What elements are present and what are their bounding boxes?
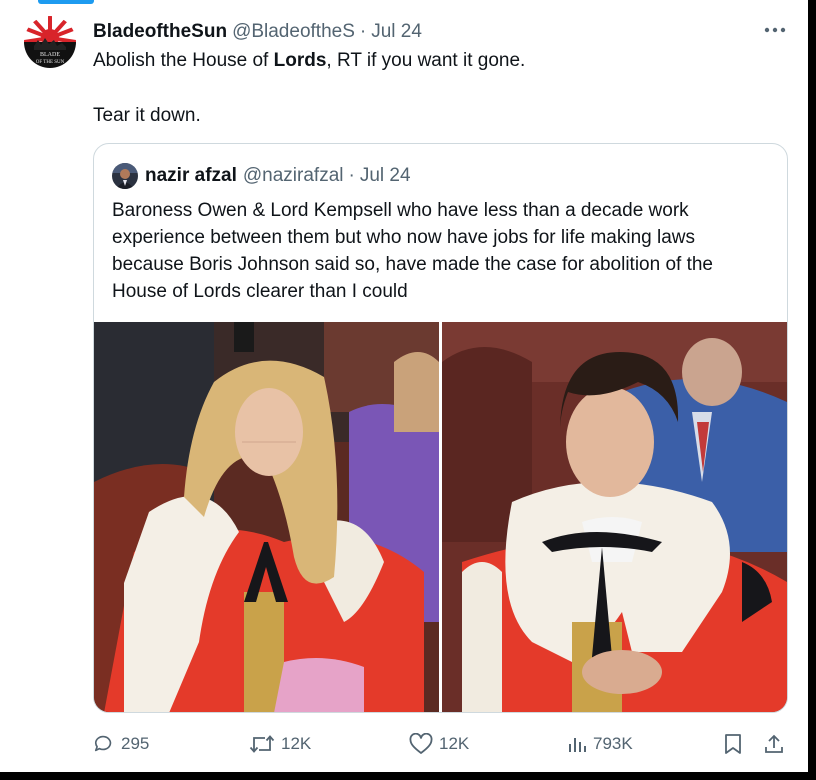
- reply-icon: [94, 735, 112, 752]
- quoted-author-name[interactable]: nazir afzal: [145, 165, 237, 187]
- author-avatar[interactable]: BLADE OF THE SUN: [24, 16, 76, 68]
- header-separator: ·: [359, 21, 367, 42]
- top-accent-bar: [38, 0, 94, 4]
- views-icon: [569, 738, 586, 752]
- avatar-logo-text: BLADE: [40, 52, 60, 58]
- reply-button[interactable]: 295: [93, 728, 149, 760]
- photo-lord-kempsell[interactable]: [442, 322, 787, 712]
- quoted-text-line: because Boris Johnson said so, have made…: [112, 254, 713, 275]
- quoted-media-grid: [94, 322, 787, 712]
- rising-sun-avatar-image: BLADE OF THE SUN: [24, 16, 76, 68]
- photo-baroness-image: [94, 322, 439, 712]
- tweet-text-line-2: Tear it down.: [93, 105, 201, 126]
- reply-count: 295: [121, 734, 150, 753]
- tweet-card[interactable]: BLADE OF THE SUN BladeoftheSun @Bladeoft…: [0, 0, 808, 772]
- like-button[interactable]: 12K: [409, 728, 469, 760]
- like-count: 12K: [439, 734, 470, 753]
- author-handle[interactable]: @BladeoftheS: [232, 21, 355, 43]
- bookmark-icon: [725, 734, 741, 754]
- quoted-author-handle[interactable]: @nazirafzal: [243, 165, 344, 187]
- svg-text:OF THE SUN: OF THE SUN: [36, 60, 65, 65]
- photo-lord-image: [442, 322, 787, 712]
- tweet-header: BladeoftheSun @BladeoftheS · Jul 24: [93, 21, 422, 43]
- quoted-tweet-date[interactable]: Jul 24: [360, 165, 411, 187]
- quoted-tweet-text: Baroness Owen & Lord Kempsell who have l…: [112, 197, 772, 305]
- quoted-text-line: House of Lords clearer than I could: [112, 281, 408, 302]
- quoted-author-avatar[interactable]: [112, 163, 138, 189]
- quoted-header-separator: ·: [348, 165, 355, 186]
- author-display-name[interactable]: BladeoftheSun: [93, 21, 227, 43]
- quoted-tweet-header: nazir afzal @nazirafzal · Jul 24: [112, 163, 411, 189]
- tweet-action-bar: 295 12K 12K 793K: [93, 728, 793, 760]
- tweet-text: Abolish the House of Lords, RT if you wa…: [93, 49, 525, 128]
- share-button[interactable]: [763, 728, 785, 760]
- bold-word: Lords: [273, 50, 327, 71]
- tweet-date[interactable]: Jul 24: [371, 21, 422, 43]
- views-button[interactable]: 793K: [567, 728, 633, 760]
- more-button[interactable]: [760, 20, 790, 40]
- more-icon: [764, 27, 786, 33]
- tweet-text-line-1: Abolish the House of Lords, RT if you wa…: [93, 50, 526, 71]
- like-icon: [409, 733, 433, 754]
- repost-button[interactable]: 12K: [249, 728, 311, 760]
- quoted-text-line: experience between them but who now have…: [112, 227, 695, 248]
- quoted-text-line: Baroness Owen & Lord Kempsell who have l…: [112, 200, 689, 221]
- views-count: 793K: [593, 734, 633, 753]
- repost-count: 12K: [281, 734, 312, 753]
- repost-icon: [249, 735, 275, 753]
- quoted-tweet[interactable]: nazir afzal @nazirafzal · Jul 24 Barones…: [93, 143, 788, 713]
- quoted-avatar-image: [112, 163, 138, 189]
- bookmark-button[interactable]: [723, 728, 743, 760]
- photo-baroness-owen[interactable]: [94, 322, 439, 712]
- share-icon: [765, 734, 783, 753]
